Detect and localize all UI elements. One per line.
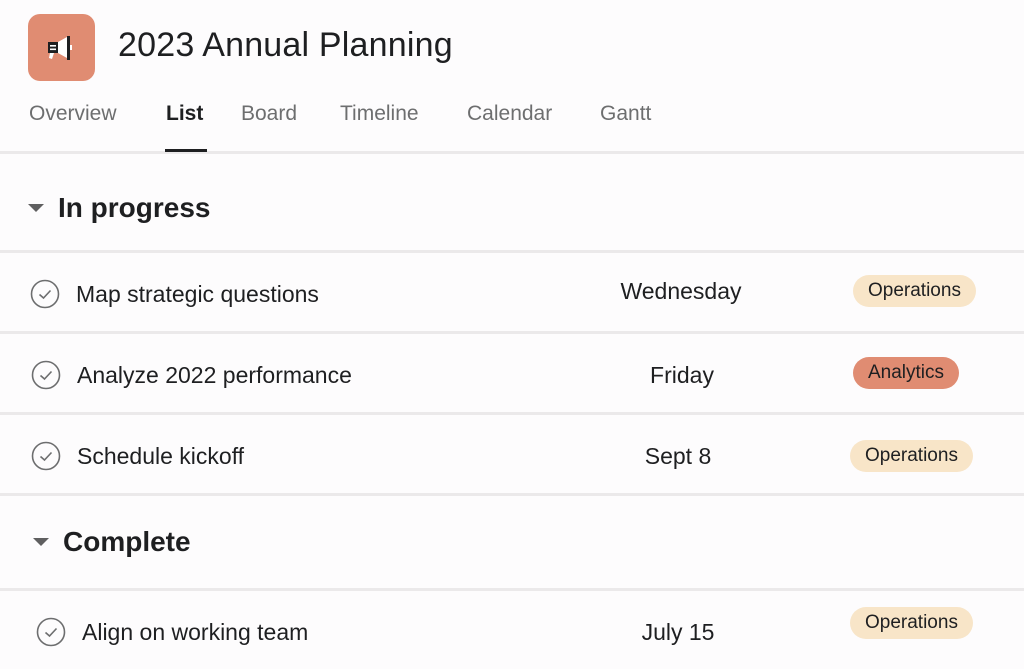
- project-title: 2023 Annual Planning: [118, 26, 453, 64]
- task-due-date[interactable]: Wednesday: [581, 278, 781, 305]
- tab-board[interactable]: Board: [241, 102, 297, 126]
- task-due-date[interactable]: July 15: [578, 619, 778, 646]
- section-header-complete[interactable]: Complete: [0, 496, 1024, 588]
- tab-timeline[interactable]: Timeline: [340, 102, 419, 126]
- section-title: In progress: [58, 192, 211, 223]
- caret-down-icon[interactable]: [33, 538, 49, 546]
- task-tag[interactable]: Operations: [853, 275, 976, 307]
- task-name[interactable]: Align on working team: [82, 619, 308, 646]
- tab-overview[interactable]: Overview: [29, 102, 117, 126]
- active-tab-indicator: [165, 149, 207, 152]
- task-tag[interactable]: Analytics: [853, 357, 960, 389]
- task-tag[interactable]: Operations: [850, 440, 973, 472]
- check-circle-icon[interactable]: [31, 441, 61, 471]
- check-circle-icon[interactable]: [36, 617, 66, 647]
- project-icon[interactable]: [28, 14, 95, 81]
- check-circle-icon[interactable]: [31, 360, 61, 390]
- task-due-date[interactable]: Sept 8: [578, 443, 778, 470]
- task-tag[interactable]: Operations: [850, 607, 973, 639]
- task-row[interactable]: Map strategic questions Wednesday Operat…: [0, 253, 1024, 331]
- tab-gantt[interactable]: Gantt: [600, 102, 651, 126]
- check-circle-icon[interactable]: [30, 279, 60, 309]
- caret-down-icon[interactable]: [28, 204, 44, 212]
- header-divider: [0, 151, 1024, 154]
- tab-calendar[interactable]: Calendar: [467, 102, 552, 126]
- view-tabs: Overview List Board Timeline Calendar Ga…: [0, 98, 1024, 152]
- task-row[interactable]: Analyze 2022 performance Friday Analytic…: [0, 334, 1024, 412]
- section-title: Complete: [63, 526, 191, 557]
- task-name[interactable]: Map strategic questions: [76, 281, 319, 308]
- megaphone-icon: [47, 35, 72, 60]
- project-header: 2023 Annual Planning Overview List Board…: [0, 0, 1024, 152]
- task-name[interactable]: Analyze 2022 performance: [77, 362, 352, 389]
- task-row[interactable]: Align on working team July 15 Operations: [0, 591, 1024, 669]
- tab-list[interactable]: List: [166, 102, 203, 126]
- task-name[interactable]: Schedule kickoff: [77, 443, 244, 470]
- task-row[interactable]: Schedule kickoff Sept 8 Operations: [0, 415, 1024, 493]
- task-due-date[interactable]: Friday: [582, 362, 782, 389]
- section-header-in-progress[interactable]: In progress: [0, 160, 1024, 256]
